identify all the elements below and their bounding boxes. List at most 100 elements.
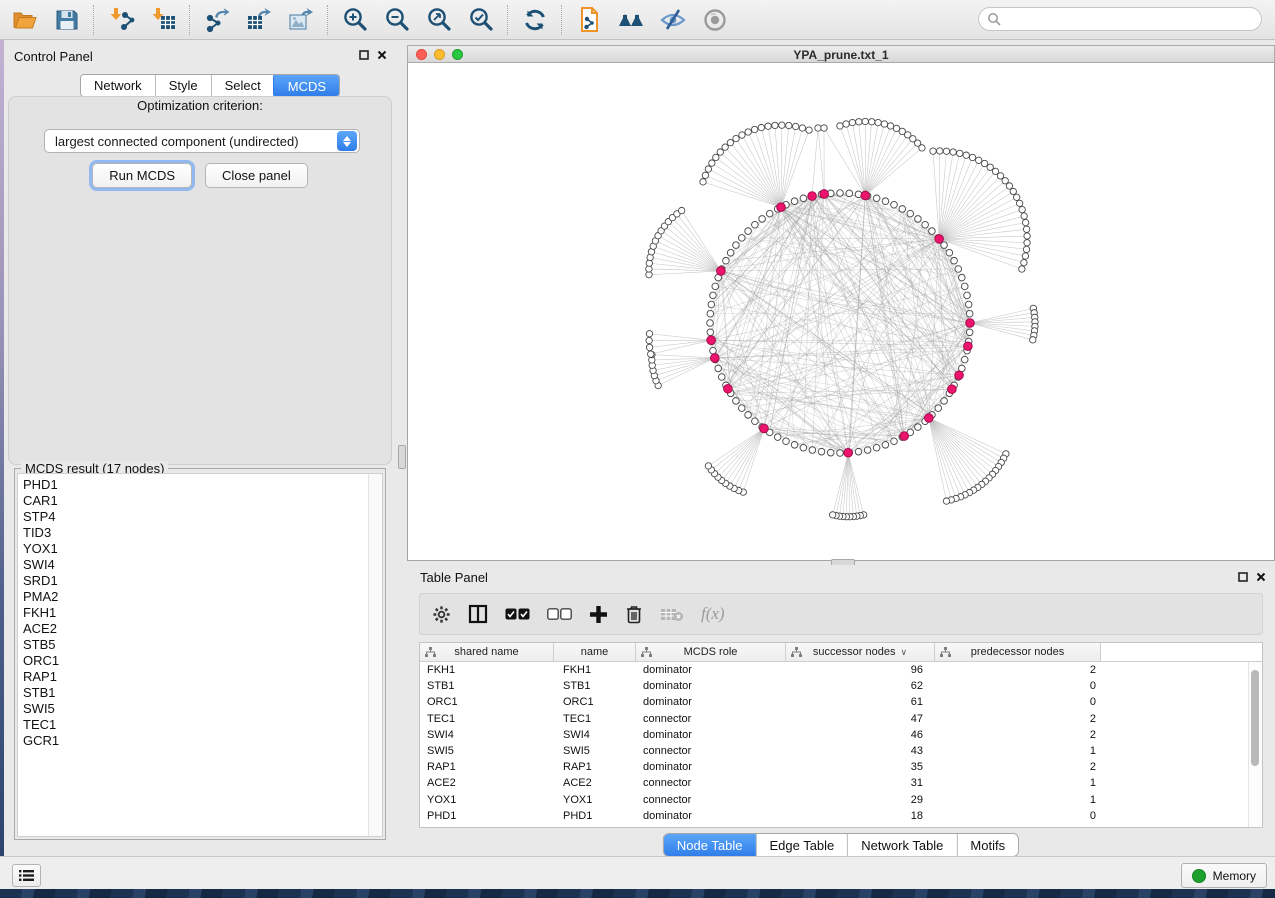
leaf-node[interactable] [856, 119, 862, 125]
leaf-node[interactable] [950, 149, 956, 155]
mcds-result-item[interactable]: PMA2 [23, 589, 369, 605]
mcds-result-item[interactable]: TID3 [23, 525, 369, 541]
ring-node[interactable] [774, 434, 781, 441]
ring-node[interactable] [707, 329, 714, 336]
mcds-result-item[interactable]: STP4 [23, 509, 369, 525]
ring-node[interactable] [707, 310, 714, 317]
ring-node[interactable] [745, 228, 752, 235]
ring-node[interactable] [955, 266, 962, 273]
float-panel-button[interactable] [358, 49, 370, 61]
leaf-node[interactable] [919, 145, 925, 151]
leaf-node[interactable] [1023, 226, 1029, 232]
ring-node[interactable] [966, 329, 973, 336]
column-header-predecessor-nodes[interactable]: predecessor nodes [935, 643, 1101, 662]
hide-graphics-details-button[interactable] [652, 4, 694, 36]
zoom-fit-button[interactable] [418, 4, 460, 36]
leaf-node[interactable] [705, 166, 711, 172]
close-table-panel-button[interactable] [1255, 571, 1267, 583]
scrollbar-thumb[interactable] [1251, 670, 1259, 766]
table-row[interactable]: SWI5SWI5connector431 [420, 743, 1249, 759]
ring-node[interactable] [946, 249, 953, 256]
export-network-button[interactable] [196, 4, 238, 36]
select-all-button[interactable] [505, 608, 530, 621]
refresh-view-button[interactable] [514, 4, 556, 36]
table-row[interactable]: STB1STB1dominator620 [420, 678, 1249, 694]
mcds-result-item[interactable]: SWI4 [23, 557, 369, 573]
ring-node[interactable] [965, 301, 972, 308]
leaf-node[interactable] [1022, 219, 1028, 225]
ring-node[interactable] [738, 405, 745, 412]
ring-node[interactable] [951, 257, 958, 264]
ring-node[interactable] [791, 442, 798, 449]
table-row[interactable]: FKH1FKH1dominator962 [420, 662, 1249, 678]
add-column-button[interactable] [589, 605, 608, 624]
mcds-hub-node[interactable] [966, 319, 975, 328]
leaf-node[interactable] [981, 160, 987, 166]
delete-column-button[interactable] [625, 604, 643, 624]
leaf-node[interactable] [1024, 233, 1030, 239]
ring-node[interactable] [935, 405, 942, 412]
ring-node[interactable] [718, 374, 725, 381]
mcds-list-scrollbar[interactable] [368, 474, 382, 836]
task-history-button[interactable] [12, 864, 41, 887]
ring-node[interactable] [710, 347, 717, 354]
leaf-node[interactable] [930, 148, 936, 154]
leaf-node[interactable] [646, 344, 652, 350]
mcds-result-item[interactable]: CAR1 [23, 493, 369, 509]
export-image-button[interactable] [280, 4, 322, 36]
ring-node[interactable] [727, 249, 734, 256]
ring-node[interactable] [929, 228, 936, 235]
mcds-hub-node[interactable] [861, 191, 870, 200]
ring-node[interactable] [733, 242, 740, 249]
ring-node[interactable] [961, 283, 968, 290]
tab-node-table[interactable]: Node Table [663, 833, 757, 857]
ring-node[interactable] [723, 257, 730, 264]
leaf-node[interactable] [869, 119, 875, 125]
leaf-node[interactable] [1030, 337, 1036, 343]
ring-node[interactable] [915, 216, 922, 223]
leaf-node[interactable] [702, 172, 708, 178]
mcds-hub-node[interactable] [717, 267, 726, 276]
export-table-button[interactable] [238, 4, 280, 36]
table-row[interactable]: ACE2ACE2connector311 [420, 775, 1249, 791]
leaf-node[interactable] [648, 351, 654, 357]
import-network-button[interactable] [100, 4, 142, 36]
float-table-panel-button[interactable] [1237, 571, 1249, 583]
ring-node[interactable] [712, 283, 719, 290]
leaf-node[interactable] [792, 123, 798, 129]
leaf-node[interactable] [722, 144, 728, 150]
leaf-node[interactable] [1022, 253, 1028, 259]
leaf-node[interactable] [963, 152, 969, 158]
leaf-node[interactable] [969, 154, 975, 160]
mcds-hub-node[interactable] [808, 192, 817, 201]
leaf-node[interactable] [713, 154, 719, 160]
tab-select[interactable]: Select [211, 75, 274, 96]
ring-node[interactable] [846, 190, 853, 197]
optimization-criterion-select[interactable]: largest connected component (undirected) [44, 129, 360, 153]
column-header-successor-nodes[interactable]: successor nodes∨ [786, 643, 935, 662]
leaf-node[interactable] [786, 122, 792, 128]
ring-node[interactable] [733, 398, 740, 405]
open-file-button[interactable] [4, 4, 46, 36]
leaf-node[interactable] [887, 123, 893, 129]
leaf-node[interactable] [1010, 188, 1016, 194]
leaf-node[interactable] [1024, 239, 1030, 245]
leaf-node[interactable] [1021, 213, 1027, 219]
leaf-node[interactable] [875, 119, 881, 125]
column-header-mcds-role[interactable]: MCDS role [636, 643, 786, 662]
close-panel-button-mcds[interactable]: Close panel [205, 163, 308, 188]
leaf-node[interactable] [1016, 200, 1022, 206]
ring-node[interactable] [891, 438, 898, 445]
mcds-result-item[interactable]: SWI5 [23, 701, 369, 717]
zoom-selected-button[interactable] [460, 4, 502, 36]
leaf-node[interactable] [799, 125, 805, 131]
table-row[interactable]: RAP1RAP1dominator352 [420, 759, 1249, 775]
ring-node[interactable] [941, 398, 948, 405]
leaf-node[interactable] [1013, 194, 1019, 200]
ring-node[interactable] [752, 418, 759, 425]
mcds-hub-node[interactable] [935, 235, 944, 244]
leaf-node[interactable] [745, 129, 751, 135]
search-input[interactable] [1006, 11, 1261, 27]
mcds-result-item[interactable]: RAP1 [23, 669, 369, 685]
leaf-node[interactable] [975, 157, 981, 163]
